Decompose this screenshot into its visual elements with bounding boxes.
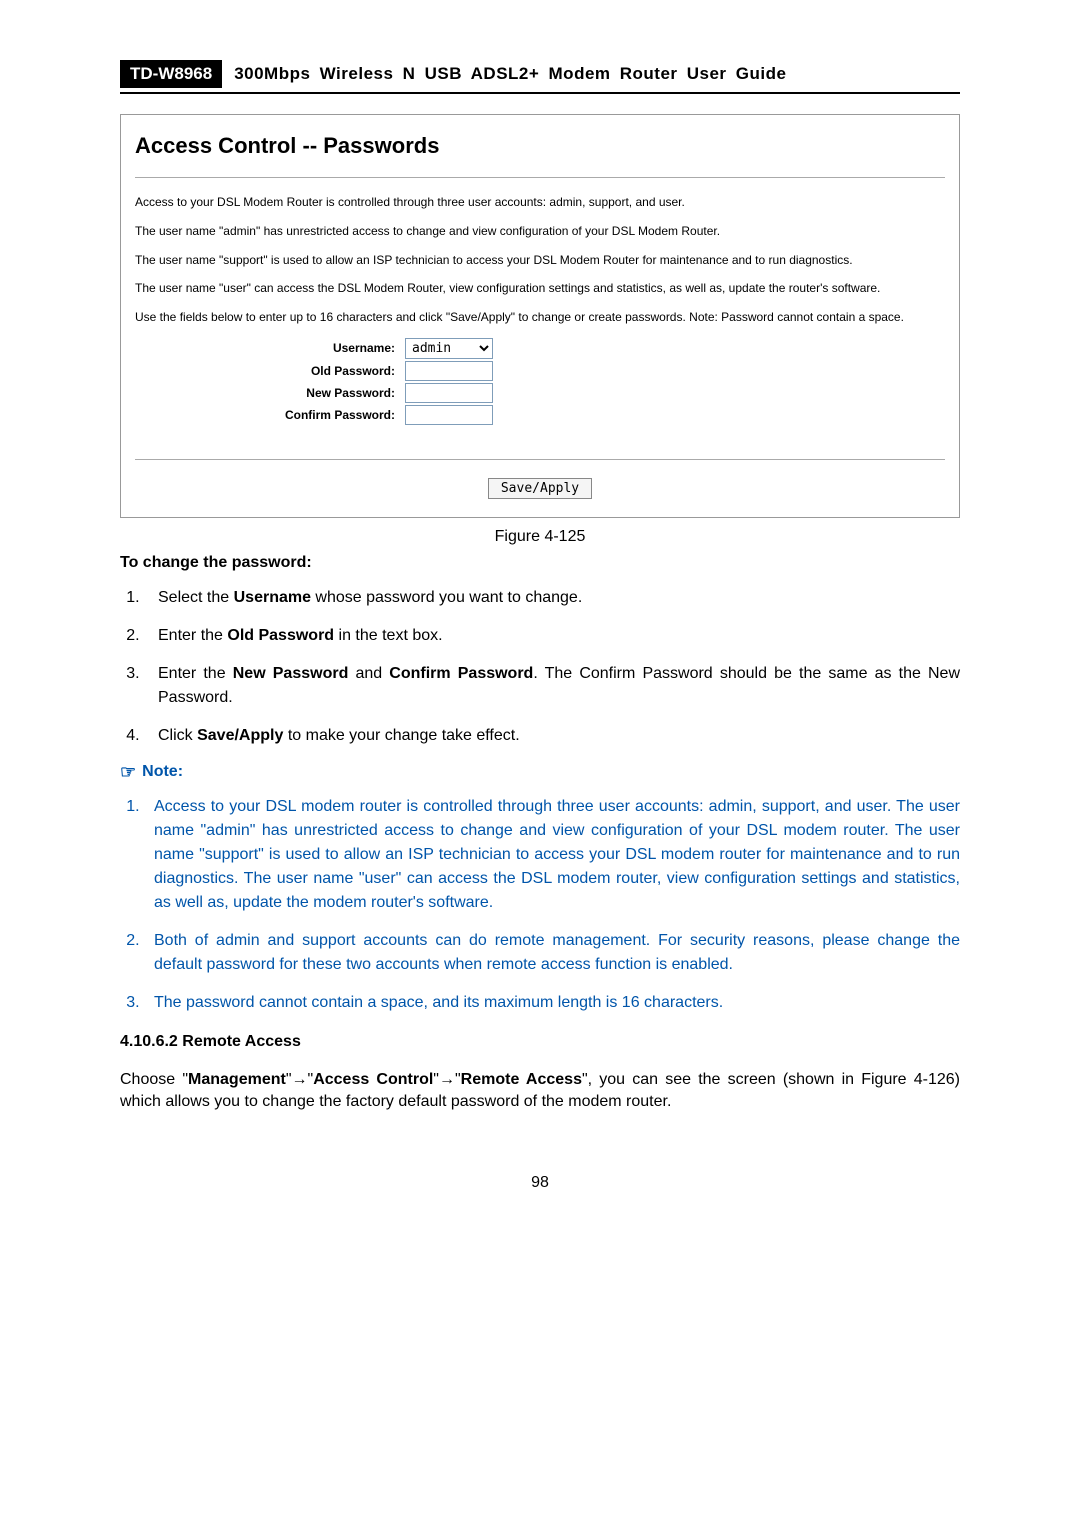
text-bold: Access Control (313, 1071, 433, 1088)
steps-list: Select the Username whose password you w… (144, 586, 960, 748)
text-bold: Old Password (227, 627, 334, 644)
page-number: 98 (120, 1174, 960, 1192)
subsection-heading: 4.10.6.2 Remote Access (120, 1033, 960, 1051)
note-3: The password cannot contain a space, and… (144, 991, 960, 1015)
text: in the text box. (334, 627, 443, 644)
step-4: Click Save/Apply to make your change tak… (144, 724, 960, 748)
text: Select the (158, 589, 234, 606)
text: Choose " (120, 1071, 188, 1088)
text: and (348, 665, 389, 682)
username-select[interactable]: admin (405, 338, 493, 359)
confirm-password-row: Confirm Password: (135, 405, 945, 425)
remote-access-paragraph: Choose "Management"→"Access Control"→"Re… (120, 1069, 960, 1114)
divider (135, 177, 945, 178)
text-bold: Remote Access (461, 1071, 582, 1088)
confirm-password-label: Confirm Password: (135, 408, 405, 422)
text-bold: Confirm Password (389, 665, 533, 682)
save-apply-button[interactable]: Save/Apply (488, 478, 592, 499)
new-password-input[interactable] (405, 383, 493, 403)
guide-title: 300Mbps Wireless N USB ADSL2+ Modem Rout… (234, 64, 786, 84)
notes-list: Access to your DSL modem router is contr… (144, 795, 960, 1015)
step-1: Select the Username whose password you w… (144, 586, 960, 610)
text-bold: Username (234, 589, 311, 606)
button-row: Save/Apply (135, 459, 945, 499)
note-2: Both of admin and support accounts can d… (144, 929, 960, 977)
arrow-icon: → (439, 1071, 455, 1088)
text-bold: Management (188, 1071, 286, 1088)
figure-caption: Figure 4-125 (120, 528, 960, 546)
panel-text-5: Use the fields below to enter up to 16 c… (135, 309, 945, 326)
model-badge: TD-W8968 (120, 60, 222, 88)
panel-text-2: The user name "admin" has unrestricted a… (135, 223, 945, 240)
step-2: Enter the Old Password in the text box. (144, 624, 960, 648)
old-password-row: Old Password: (135, 361, 945, 381)
text: to make your change take effect. (283, 727, 519, 744)
panel-heading: Access Control -- Passwords (135, 133, 945, 159)
text: whose password you want to change. (311, 589, 582, 606)
panel-text-1: Access to your DSL Modem Router is contr… (135, 194, 945, 211)
arrow-icon: → (292, 1071, 308, 1088)
step-3: Enter the New Password and Confirm Passw… (144, 662, 960, 710)
pointing-hand-icon: ☞ (120, 762, 136, 783)
note-1: Access to your DSL modem router is contr… (144, 795, 960, 915)
page-header: TD-W8968 300Mbps Wireless N USB ADSL2+ M… (120, 60, 960, 94)
username-label: Username: (135, 341, 405, 355)
change-password-heading: To change the password: (120, 554, 960, 572)
text-bold: New Password (233, 665, 349, 682)
text: Enter the (158, 665, 233, 682)
old-password-label: Old Password: (135, 364, 405, 378)
panel-text-3: The user name "support" is used to allow… (135, 252, 945, 269)
new-password-row: New Password: (135, 383, 945, 403)
text: Click (158, 727, 197, 744)
old-password-input[interactable] (405, 361, 493, 381)
note-heading: ☞ Note: (120, 762, 960, 783)
text-bold: Save/Apply (197, 727, 283, 744)
username-row: Username: admin (135, 338, 945, 359)
passwords-panel: Access Control -- Passwords Access to yo… (120, 114, 960, 518)
new-password-label: New Password: (135, 386, 405, 400)
note-label: Note: (142, 763, 183, 781)
panel-text-4: The user name "user" can access the DSL … (135, 280, 945, 297)
text: Enter the (158, 627, 227, 644)
confirm-password-input[interactable] (405, 405, 493, 425)
